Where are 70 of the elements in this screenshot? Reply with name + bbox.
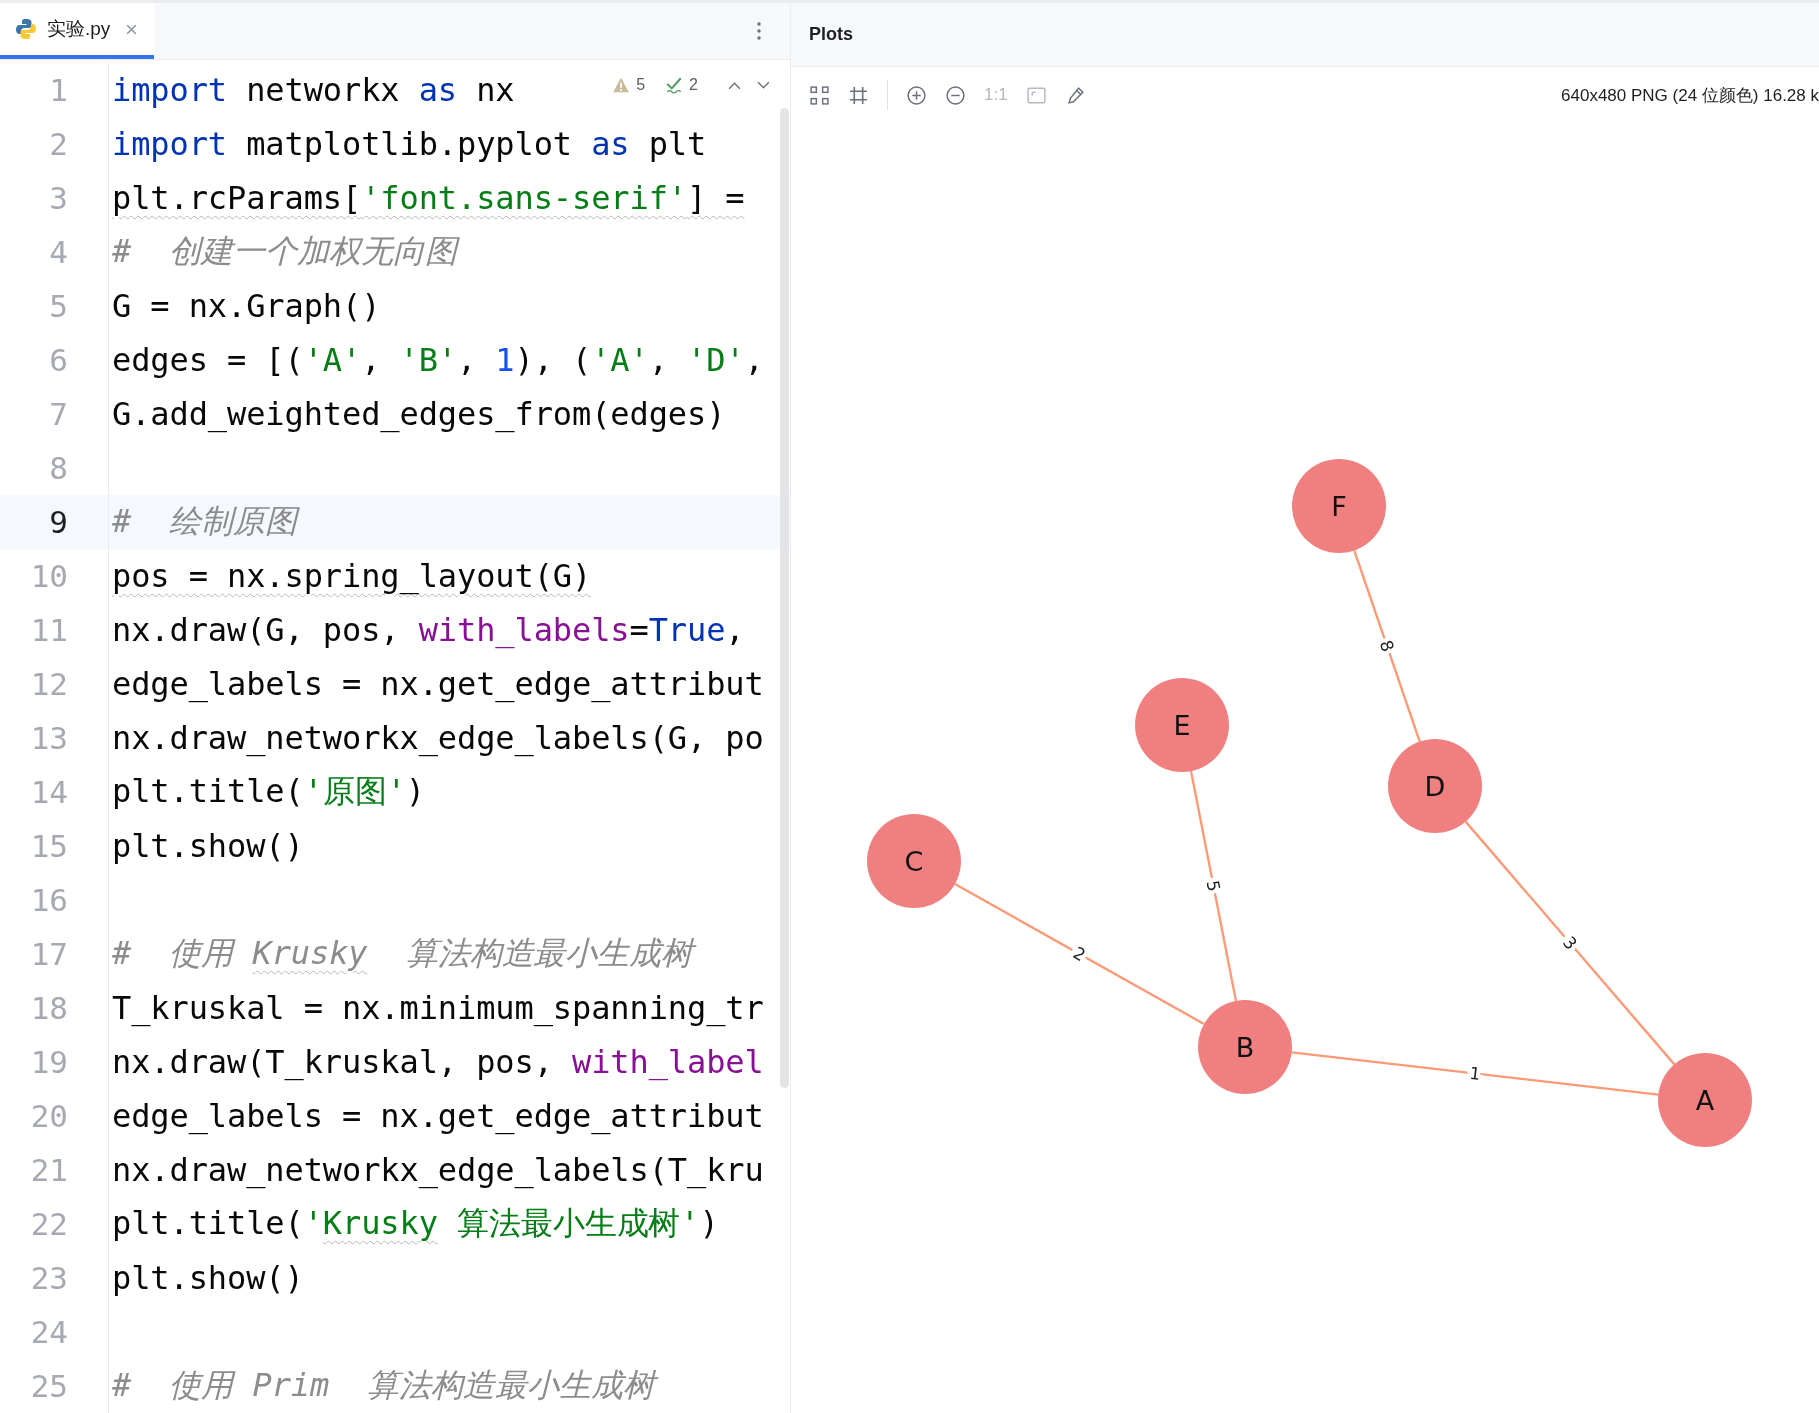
line-number: 14	[0, 765, 109, 819]
code-line: edges = [('A', 'B', 1), ('A', 'D',	[112, 341, 764, 379]
code-line: import networkx as nx	[112, 71, 515, 109]
line-number: 21	[0, 1143, 109, 1197]
code-line: # 绘制原图	[112, 501, 298, 542]
edge-label: 1	[1468, 1062, 1482, 1085]
line-number: 24	[0, 1305, 109, 1359]
file-tab[interactable]: 实验.py	[0, 3, 155, 59]
code-line: import matplotlib.pyplot as plt	[112, 125, 707, 163]
chevron-up-icon[interactable]	[728, 80, 741, 90]
code-line: T_kruskal = nx.minimum_spanning_tr	[112, 989, 764, 1027]
node-label: E	[1173, 709, 1191, 741]
line-number: 4	[0, 225, 109, 279]
code-line: plt.title('原图')	[112, 771, 425, 812]
line-number: 20	[0, 1089, 109, 1143]
warning-count: 5	[636, 76, 646, 94]
code-line: plt.title('Krusky 算法最小生成树')	[112, 1203, 719, 1244]
code-line: pos = nx.spring_layout(G)	[112, 557, 592, 595]
line-number: 2	[0, 117, 109, 171]
node-label: F	[1331, 490, 1347, 522]
line-number: 10	[0, 549, 109, 603]
line-number: 25	[0, 1359, 109, 1413]
code-line: edge_labels = nx.get_edge_attribut	[112, 665, 764, 703]
line-number: 17	[0, 927, 109, 981]
check-icon[interactable]	[665, 76, 684, 94]
line-number: 15	[0, 819, 109, 873]
node-label: C	[904, 845, 924, 877]
zoom-in-icon[interactable]	[906, 84, 927, 106]
code-line: edge_labels = nx.get_edge_attribut	[112, 1097, 764, 1135]
line-number: 22	[0, 1197, 109, 1251]
close-icon[interactable]	[125, 22, 139, 36]
line-number: 7	[0, 387, 109, 441]
code-line: nx.draw_networkx_edge_labels(G, po	[112, 719, 764, 757]
edge-label: 3	[1558, 932, 1582, 954]
grid-icon[interactable]	[848, 84, 869, 106]
chevron-down-icon[interactable]	[757, 80, 770, 90]
line-number: 12	[0, 657, 109, 711]
node-label: A	[1695, 1084, 1715, 1116]
fit-icon[interactable]	[809, 84, 830, 106]
zoom-out-icon[interactable]	[945, 84, 966, 106]
line-number: 5	[0, 279, 109, 333]
line-number: 6	[0, 333, 109, 387]
line-number: 18	[0, 981, 109, 1035]
code-line: G = nx.Graph()	[112, 287, 381, 325]
edge-label: 2	[1069, 942, 1090, 966]
python-icon	[14, 17, 38, 41]
image-info: 640x480 PNG (24 位颜色) 16.28 k	[1561, 84, 1819, 107]
scrollbar[interactable]	[780, 108, 789, 1088]
node-label: B	[1235, 1031, 1255, 1063]
check-count: 2	[689, 76, 698, 94]
line-number: 1	[0, 63, 109, 117]
node-label: D	[1424, 770, 1446, 802]
edge-label: 8	[1375, 637, 1399, 655]
code-line: nx.draw_networkx_edge_labels(T_kru	[112, 1151, 764, 1189]
more-options-icon[interactable]	[756, 21, 762, 41]
line-number: 3	[0, 171, 109, 225]
line-number: 9	[0, 495, 109, 549]
code-line: plt.show()	[112, 827, 304, 865]
line-number: 19	[0, 1035, 109, 1089]
code-line: nx.draw(G, pos, with_labels=True,	[112, 611, 745, 649]
code-line: plt.rcParams['font.sans-serif'] =	[112, 179, 745, 217]
line-number: 11	[0, 603, 109, 657]
line-number: 16	[0, 873, 109, 927]
line-number: 13	[0, 711, 109, 765]
code-line: G.add_weighted_edges_from(edges)	[112, 395, 726, 433]
code-line: nx.draw(T_kruskal, pos, with_label	[112, 1043, 764, 1081]
edge-label: 5	[1202, 878, 1225, 894]
code-line: plt.show()	[112, 1259, 304, 1297]
panel-title: Plots	[809, 24, 853, 46]
line-number: 23	[0, 1251, 109, 1305]
